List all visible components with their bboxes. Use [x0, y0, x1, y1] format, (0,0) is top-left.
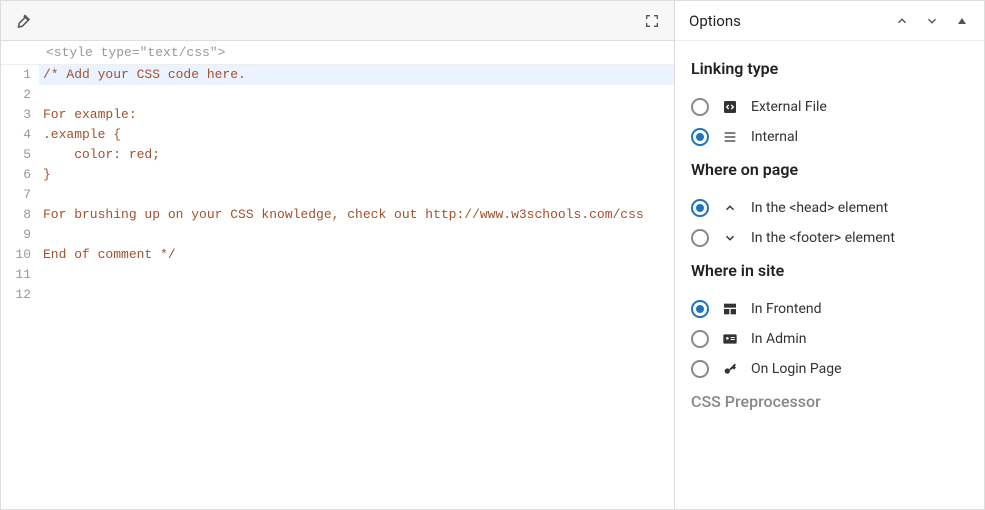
css-preprocessor-title: CSS Preprocessor	[691, 392, 968, 411]
style-tag-header: <style type="text/css">	[1, 41, 674, 65]
option-label: In Frontend	[751, 301, 822, 317]
options-header: Options	[675, 1, 984, 41]
chevron-down-icon	[721, 229, 739, 247]
id-card-icon	[721, 330, 739, 348]
line-number: 9	[1, 225, 31, 245]
options-title: Options	[689, 12, 741, 30]
code-lines[interactable]: /* Add your CSS code here. For example:.e…	[39, 65, 674, 509]
line-number: 8	[1, 205, 31, 225]
line-number: 6	[1, 165, 31, 185]
linking-type-group: External File Internal	[691, 92, 968, 152]
code-line[interactable]	[39, 85, 674, 105]
key-icon	[721, 360, 739, 378]
code-line[interactable]: /* Add your CSS code here.	[39, 65, 674, 85]
code-line[interactable]: End of comment */	[39, 245, 674, 265]
editor-panel: <style type="text/css"> 123456789101112 …	[0, 0, 675, 510]
chevron-up-icon[interactable]	[894, 13, 910, 29]
fullscreen-icon[interactable]	[640, 9, 664, 33]
line-number: 2	[1, 85, 31, 105]
where-in-site-group: In Frontend In Admin On Login Page	[691, 294, 968, 384]
line-number: 10	[1, 245, 31, 265]
radio-button[interactable]	[691, 300, 709, 318]
linking-type-option[interactable]: External File	[691, 92, 968, 122]
editor-toolbar	[1, 1, 674, 41]
where-on-page-option[interactable]: In the <head> element	[691, 193, 968, 223]
option-label: Internal	[751, 129, 798, 145]
radio-button[interactable]	[691, 128, 709, 146]
line-number: 1	[1, 65, 31, 85]
layout-icon	[721, 300, 739, 318]
code-file-icon	[721, 98, 739, 116]
option-label: In Admin	[751, 331, 806, 347]
chevron-down-icon[interactable]	[924, 13, 940, 29]
linking-type-option[interactable]: Internal	[691, 122, 968, 152]
where-in-site-option[interactable]: On Login Page	[691, 354, 968, 384]
linking-type-title: Linking type	[691, 59, 968, 78]
code-line[interactable]	[39, 225, 674, 245]
paintbrush-icon[interactable]	[11, 9, 35, 33]
radio-button[interactable]	[691, 360, 709, 378]
code-line[interactable]	[39, 265, 674, 285]
where-in-site-option[interactable]: In Admin	[691, 324, 968, 354]
where-on-page-group: In the <head> element In the <footer> ele…	[691, 193, 968, 253]
code-line[interactable]: color: red;	[39, 145, 674, 165]
where-in-site-title: Where in site	[691, 261, 968, 280]
option-label: External File	[751, 99, 827, 115]
code-editor[interactable]: 123456789101112 /* Add your CSS code her…	[1, 65, 674, 509]
code-line[interactable]: For brushing up on your CSS knowledge, c…	[39, 205, 674, 225]
option-label: In the <footer> element	[751, 230, 895, 246]
line-number: 11	[1, 265, 31, 285]
code-line[interactable]: .example {	[39, 125, 674, 145]
options-panel: Options Linking type External File Intern…	[675, 0, 985, 510]
triangle-up-icon[interactable]	[954, 13, 970, 29]
code-line[interactable]: }	[39, 165, 674, 185]
code-line[interactable]: For example:	[39, 105, 674, 125]
line-number: 4	[1, 125, 31, 145]
chevron-up-icon	[721, 199, 739, 217]
radio-button[interactable]	[691, 199, 709, 217]
line-number: 5	[1, 145, 31, 165]
where-on-page-title: Where on page	[691, 160, 968, 179]
option-label: On Login Page	[751, 361, 842, 377]
line-number: 7	[1, 185, 31, 205]
line-number: 3	[1, 105, 31, 125]
option-label: In the <head> element	[751, 200, 888, 216]
code-line[interactable]	[39, 185, 674, 205]
lines-icon	[721, 128, 739, 146]
radio-button[interactable]	[691, 229, 709, 247]
where-on-page-option[interactable]: In the <footer> element	[691, 223, 968, 253]
code-line[interactable]	[39, 285, 674, 305]
options-body: Linking type External File Internal Where…	[675, 41, 984, 435]
line-number-gutter: 123456789101112	[1, 65, 39, 509]
line-number: 12	[1, 285, 31, 305]
radio-button[interactable]	[691, 98, 709, 116]
where-in-site-option[interactable]: In Frontend	[691, 294, 968, 324]
radio-button[interactable]	[691, 330, 709, 348]
